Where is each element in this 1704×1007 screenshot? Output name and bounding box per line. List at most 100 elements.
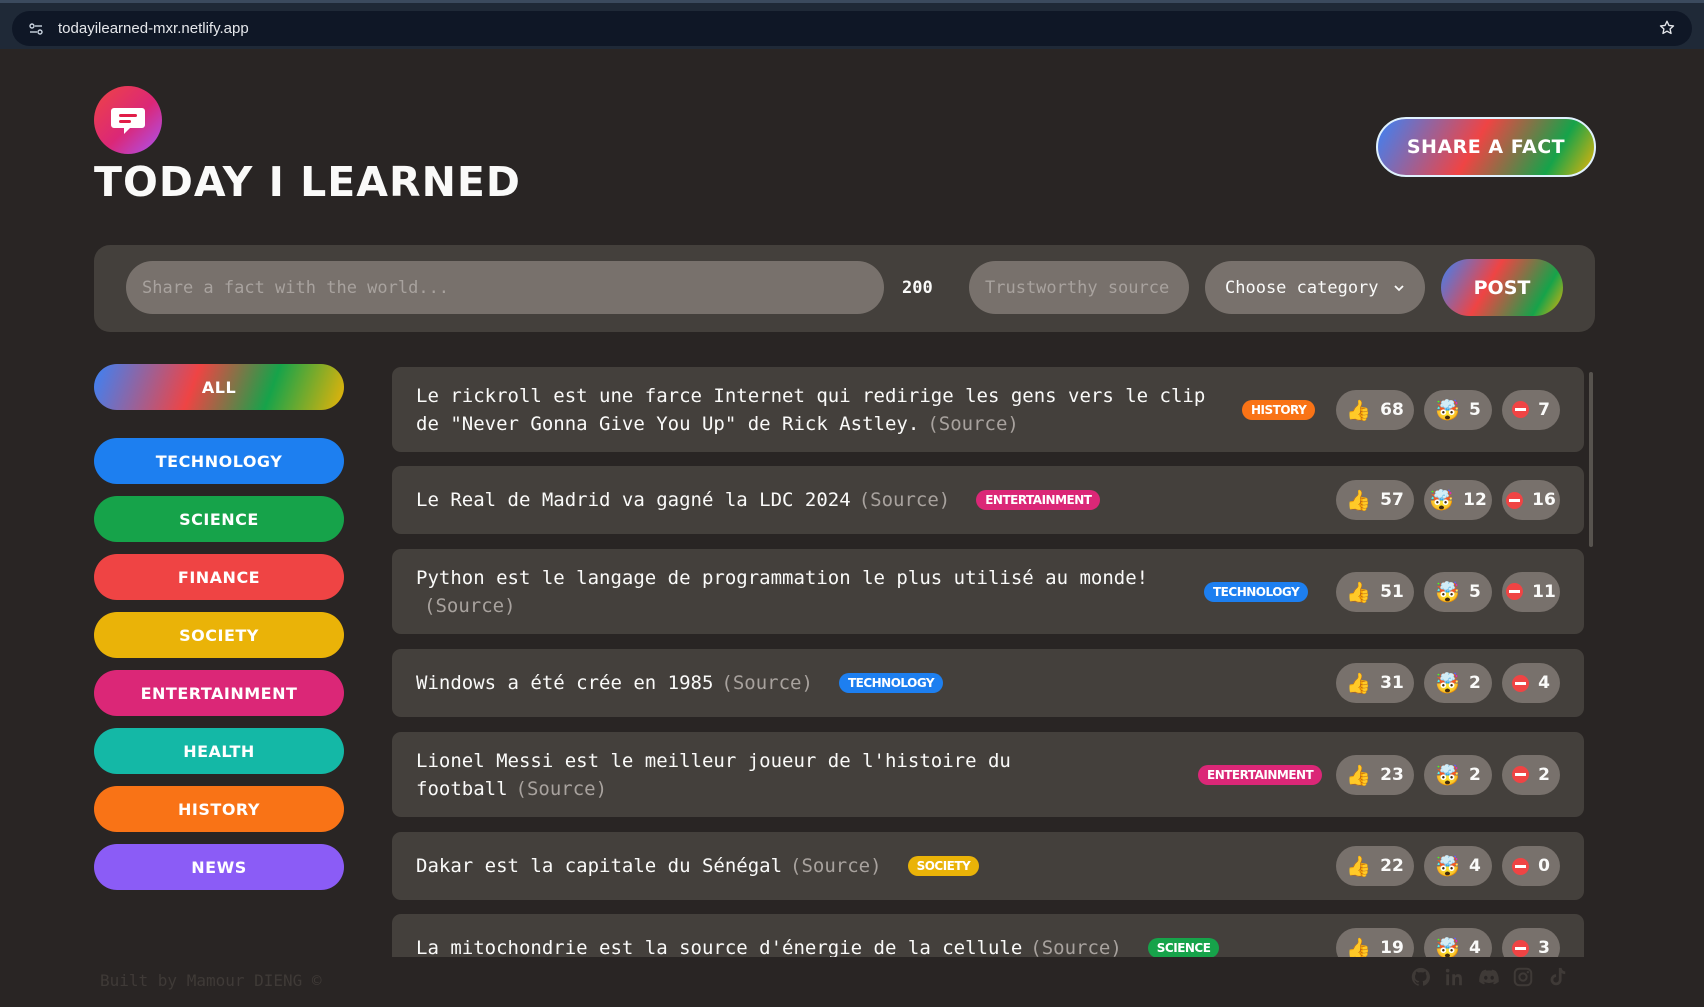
source-link[interactable]: (Source)	[424, 595, 516, 617]
false-button[interactable]: 2	[1502, 754, 1560, 795]
category-finance-button[interactable]: Finance	[94, 554, 344, 600]
facts-scrollbar[interactable]	[1589, 372, 1593, 547]
category-society-button[interactable]: Society	[94, 612, 344, 658]
fact-item: Lionel Messi est le meilleur joueur de l…	[392, 732, 1584, 817]
category-technology-button[interactable]: Technology	[94, 438, 344, 484]
mindblowing-button[interactable]: 🤯 12	[1424, 480, 1492, 520]
post-button-label: Post	[1473, 276, 1531, 299]
fact-text-input[interactable]	[126, 261, 884, 314]
source-link[interactable]: (Source)	[790, 855, 882, 877]
like-count: 19	[1380, 938, 1404, 957]
category-tag: Entertainment	[976, 490, 1101, 510]
bookmark-star-icon[interactable]	[1658, 19, 1676, 37]
vote-buttons: 👍 31 🤯 2 4	[1336, 663, 1560, 703]
category-select-label: Choose category	[1225, 277, 1379, 298]
mindblowing-count: 4	[1469, 856, 1481, 876]
false-button[interactable]: 11	[1502, 571, 1560, 612]
category-health-button[interactable]: Health	[94, 728, 344, 774]
fact-text: La mitochondrie est la source d'énergie …	[416, 934, 1122, 957]
source-link[interactable]: (Source)	[721, 672, 813, 694]
false-button[interactable]: 16	[1502, 480, 1560, 520]
false-button[interactable]: 3	[1502, 928, 1560, 957]
false-button[interactable]: 4	[1502, 663, 1560, 703]
fact-body: Windows a été crée en 1985	[416, 672, 714, 694]
page-title: Today I Learned	[94, 158, 521, 206]
browser-chrome: todayilearned-mxr.netlify.app	[0, 0, 1704, 49]
site-settings-icon[interactable]	[28, 21, 44, 37]
false-button[interactable]: 7	[1502, 389, 1560, 430]
mindblowing-button[interactable]: 🤯 4	[1424, 846, 1492, 886]
thumbs-up-icon: 👍	[1346, 397, 1372, 422]
source-link[interactable]: (Source)	[859, 489, 951, 511]
post-button[interactable]: Post	[1441, 259, 1563, 316]
share-fact-button[interactable]: Share a fact	[1376, 117, 1596, 177]
like-count: 68	[1380, 399, 1404, 420]
mind-blown-icon: 🤯	[1435, 854, 1461, 878]
github-icon[interactable]	[1410, 966, 1432, 988]
like-count: 22	[1380, 856, 1404, 876]
fact-text: Le rickroll est une farce Internet qui r…	[416, 382, 1206, 438]
no-entry-icon	[1512, 857, 1530, 875]
chevron-down-icon	[1394, 284, 1404, 291]
no-entry-icon	[1512, 674, 1530, 692]
mind-blown-icon: 🤯	[1435, 936, 1461, 957]
like-button[interactable]: 👍 51	[1336, 571, 1414, 612]
mindblowing-button[interactable]: 🤯 2	[1424, 754, 1492, 795]
fact-text: Python est le langage de programmation l…	[416, 564, 1156, 620]
instagram-icon[interactable]	[1512, 966, 1534, 988]
mindblowing-button[interactable]: 🤯 5	[1424, 571, 1492, 612]
mindblowing-button[interactable]: 🤯 4	[1424, 928, 1492, 957]
url-text[interactable]: todayilearned-mxr.netlify.app	[58, 20, 249, 37]
mind-blown-icon: 🤯	[1435, 671, 1461, 695]
fact-item: Windows a été crée en 1985 (Source) Techn…	[392, 649, 1584, 717]
source-link[interactable]: (Source)	[927, 413, 1019, 435]
like-button[interactable]: 👍 22	[1336, 846, 1414, 886]
false-count: 2	[1538, 764, 1550, 785]
mindblowing-count: 5	[1469, 399, 1481, 420]
linkedin-icon[interactable]	[1444, 966, 1466, 988]
like-button[interactable]: 👍 31	[1336, 663, 1414, 703]
address-bar[interactable]: todayilearned-mxr.netlify.app	[12, 11, 1692, 46]
facts-list: Le rickroll est une farce Internet qui r…	[392, 367, 1584, 957]
mindblowing-button[interactable]: 🤯 2	[1424, 663, 1492, 703]
vote-buttons: 👍 51 🤯 5 11	[1336, 571, 1560, 612]
category-entertainment-button[interactable]: Entertainment	[94, 670, 344, 716]
category-news-button[interactable]: News	[94, 844, 344, 890]
chat-bubble-icon	[111, 108, 145, 134]
new-fact-form: 200 Choose category Post	[94, 245, 1595, 332]
category-tag: Society	[907, 856, 980, 876]
mindblowing-button[interactable]: 🤯 5	[1424, 389, 1492, 430]
like-button[interactable]: 👍 57	[1336, 480, 1414, 520]
like-button[interactable]: 👍 19	[1336, 928, 1414, 957]
like-button[interactable]: 👍 68	[1336, 389, 1414, 430]
category-tag: Technology	[838, 673, 944, 693]
thumbs-up-icon: 👍	[1346, 762, 1372, 787]
discord-icon[interactable]	[1478, 966, 1500, 988]
category-select[interactable]: Choose category	[1205, 261, 1425, 314]
category-science-button[interactable]: Science	[94, 496, 344, 542]
thumbs-up-icon: 👍	[1346, 854, 1372, 878]
category-history-button[interactable]: History	[94, 786, 344, 832]
fact-item: La mitochondrie est la source d'énergie …	[392, 914, 1584, 957]
source-input[interactable]	[969, 261, 1189, 314]
app-logo	[94, 86, 162, 154]
footer-credit: Built by Mamour DIENG ©	[100, 971, 322, 990]
no-entry-icon	[1506, 491, 1524, 509]
fact-text: Windows a été crée en 1985 (Source)	[416, 669, 813, 697]
vote-buttons: 👍 23 🤯 2 2	[1336, 754, 1560, 795]
false-count: 4	[1538, 673, 1550, 693]
false-button[interactable]: 0	[1502, 846, 1560, 886]
fact-text: Le Real de Madrid va gagné la LDC 2024 (S…	[416, 486, 950, 514]
fact-body: Lionel Messi est le meilleur joueur de l…	[416, 749, 1011, 800]
category-all-button[interactable]: All	[94, 364, 344, 410]
vote-buttons: 👍 68 🤯 5 7	[1336, 389, 1560, 430]
category-tag: Technology	[1204, 581, 1309, 602]
source-link[interactable]: (Source)	[516, 778, 608, 800]
tiktok-icon[interactable]	[1546, 966, 1568, 988]
fact-item: Dakar est la capitale du Sénégal (Source)…	[392, 832, 1584, 900]
like-count: 23	[1380, 764, 1404, 785]
mindblowing-count: 2	[1469, 673, 1481, 693]
source-link[interactable]: (Source)	[1030, 937, 1122, 957]
fact-body: Dakar est la capitale du Sénégal	[416, 855, 783, 877]
like-button[interactable]: 👍 23	[1336, 754, 1414, 795]
